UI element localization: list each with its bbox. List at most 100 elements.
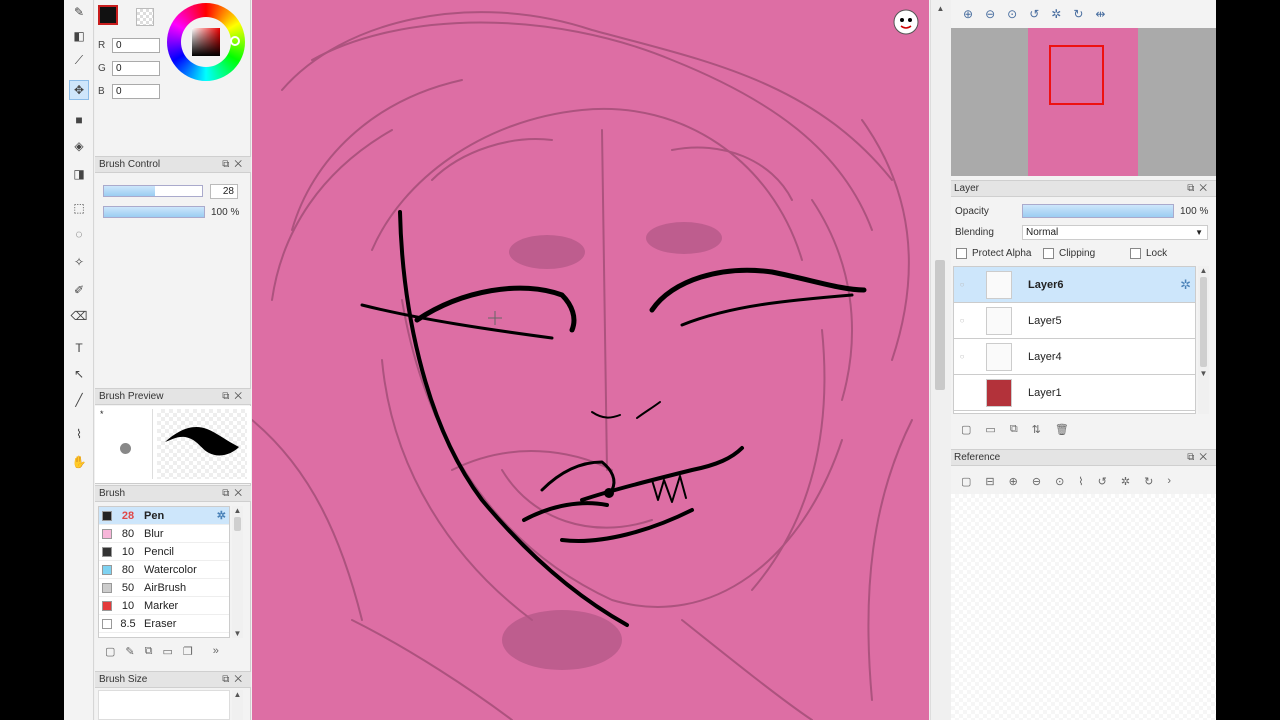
merge-layer-icon[interactable]: ⇅ xyxy=(1032,423,1041,436)
saturation-value-square[interactable] xyxy=(192,28,220,56)
select-eraser-tool-icon[interactable]: ⌫ xyxy=(69,306,89,326)
layer-item-layer4[interactable]: ○ Layer4 xyxy=(954,339,1195,375)
copy-brush-icon[interactable]: ⧉ xyxy=(145,645,153,658)
rotate-left-icon[interactable]: ↺ xyxy=(1029,7,1039,21)
gradient-tool-icon[interactable]: ◨ xyxy=(69,164,89,184)
zoom-reset-icon[interactable]: ⊙ xyxy=(1055,475,1064,488)
eyedropper-icon[interactable]: ⌇ xyxy=(1078,475,1083,488)
scroll-thumb[interactable] xyxy=(1200,277,1207,367)
trash-icon[interactable]: ⊟ xyxy=(985,475,994,488)
hand-tool-icon[interactable]: ✋ xyxy=(69,452,89,472)
protect-alpha-checkbox[interactable]: Protect Alpha xyxy=(956,248,1031,259)
trash-icon[interactable]: 🗑 xyxy=(1055,423,1069,436)
layer-item-layer6[interactable]: ○ Layer6 ✲ xyxy=(954,267,1195,303)
brush-item-pencil[interactable]: 10 Pencil xyxy=(99,543,229,561)
scroll-thumb[interactable] xyxy=(234,517,241,531)
rotate-reset-icon[interactable]: ✲ xyxy=(1121,475,1130,488)
rotate-right-icon[interactable]: ↻ xyxy=(1073,7,1083,21)
blue-input[interactable]: 0 xyxy=(112,84,160,99)
new-folder-icon[interactable]: ▭ xyxy=(985,423,995,436)
panel-buttons[interactable]: ⧉✕ xyxy=(222,157,247,172)
zoom-in-icon[interactable]: ⊕ xyxy=(963,7,973,21)
visibility-icon[interactable]: ○ xyxy=(954,352,970,361)
navigator-panel[interactable] xyxy=(951,28,1216,176)
operation-tool-icon[interactable]: ↖ xyxy=(69,364,89,384)
clipping-checkbox[interactable]: Clipping xyxy=(1043,248,1095,259)
scroll-up-icon[interactable]: ▲ xyxy=(1198,266,1209,275)
lock-checkbox[interactable]: Lock xyxy=(1130,248,1167,259)
scroll-down-icon[interactable]: ▼ xyxy=(1198,369,1209,378)
layer-item-layer1[interactable]: Layer1 xyxy=(954,375,1195,411)
pen-tool-icon[interactable]: ✎ xyxy=(69,2,89,22)
zoom-reset-icon[interactable]: ⊙ xyxy=(1007,7,1017,21)
scroll-thumb[interactable] xyxy=(935,260,945,390)
zoom-out-icon[interactable]: ⊖ xyxy=(1032,475,1041,488)
hue-picker-handle[interactable] xyxy=(230,36,240,46)
panel-buttons[interactable]: ⧉✕ xyxy=(222,389,247,404)
brush-item-pen[interactable]: 28 Pen ✲ xyxy=(99,507,229,525)
gear-icon[interactable]: ✲ xyxy=(217,509,226,522)
transparent-color-swatch[interactable] xyxy=(136,8,154,26)
gear-icon[interactable]: ✲ xyxy=(1180,277,1191,293)
color-wheel[interactable] xyxy=(167,3,245,81)
layer-item-layer5[interactable]: ○ Layer5 xyxy=(954,303,1195,339)
brush-item-eraser[interactable]: 8.5 Eraser xyxy=(99,615,229,633)
line-tool-icon[interactable]: ⟋ xyxy=(69,50,89,70)
green-input[interactable]: 0 xyxy=(112,61,160,76)
open-file-icon[interactable]: ▢ xyxy=(961,475,971,488)
divide-tool-icon[interactable]: ╱ xyxy=(69,390,89,410)
eraser-tool-icon[interactable]: ◧ xyxy=(69,26,89,46)
more-icon[interactable]: › xyxy=(1167,475,1171,488)
checkbox-box[interactable] xyxy=(1130,248,1141,259)
scroll-up-icon[interactable]: ▲ xyxy=(931,4,950,13)
visibility-icon[interactable]: ○ xyxy=(954,280,970,289)
scroll-down-icon[interactable]: ▼ xyxy=(232,629,243,638)
select-rect-tool-icon[interactable]: ⬚ xyxy=(69,198,89,218)
lasso-tool-icon[interactable]: ◌ xyxy=(69,224,89,244)
layer-opacity-slider[interactable] xyxy=(1022,204,1174,218)
flip-icon[interactable]: ⇹ xyxy=(1095,7,1105,21)
foreground-color-swatch[interactable] xyxy=(98,5,118,25)
drawing-canvas[interactable] xyxy=(252,0,929,720)
zoom-in-icon[interactable]: ⊕ xyxy=(1009,475,1018,488)
more-icon[interactable]: » xyxy=(213,645,219,658)
brush-size-input[interactable]: 28 xyxy=(210,184,238,199)
duplicate-layer-icon[interactable]: ⧉ xyxy=(1010,423,1018,436)
text-tool-icon[interactable]: T xyxy=(69,338,89,358)
brush-item-watercolor[interactable]: 80 Watercolor xyxy=(99,561,229,579)
brush-item-blur[interactable]: 80 Blur xyxy=(99,525,229,543)
folder-icon[interactable]: ▭ xyxy=(162,645,172,658)
brush-item-marker[interactable]: 10 Marker xyxy=(99,597,229,615)
new-brush-icon[interactable]: ▢ xyxy=(105,645,115,658)
brush-size-scrollbar[interactable]: ▲ xyxy=(232,690,243,720)
scroll-up-icon[interactable]: ▲ xyxy=(232,690,243,699)
rotate-left-icon[interactable]: ↺ xyxy=(1098,475,1107,488)
brush-size-slider[interactable] xyxy=(103,185,203,197)
panel-buttons[interactable]: ⧉✕ xyxy=(1187,450,1212,465)
brush-opacity-slider[interactable] xyxy=(103,206,205,218)
zoom-out-icon[interactable]: ⊖ xyxy=(985,7,995,21)
checkbox-box[interactable] xyxy=(1043,248,1054,259)
checkbox-box[interactable] xyxy=(956,248,967,259)
brush-list-scrollbar[interactable]: ▲ ▼ xyxy=(232,506,243,638)
fill-rect-tool-icon[interactable]: ■ xyxy=(69,110,89,130)
edit-brush-icon[interactable]: ✎ xyxy=(125,645,134,658)
eyedropper-tool-icon[interactable]: ⌇ xyxy=(69,424,89,444)
rotate-reset-icon[interactable]: ✲ xyxy=(1051,7,1061,21)
magic-wand-tool-icon[interactable]: ✧ xyxy=(69,252,89,272)
reference-image-area[interactable] xyxy=(951,494,1216,720)
panel-buttons[interactable]: ⧉✕ xyxy=(1187,181,1212,196)
bucket-tool-icon[interactable]: ◈ xyxy=(69,136,89,156)
panel-buttons[interactable]: ⧉✕ xyxy=(222,672,247,687)
canvas-vertical-scrollbar[interactable]: ▲ xyxy=(930,0,950,720)
blending-select[interactable]: Normal ▼ xyxy=(1022,225,1208,240)
red-input[interactable]: 0 xyxy=(112,38,160,53)
scroll-up-icon[interactable]: ▲ xyxy=(232,506,243,515)
duplicate-icon[interactable]: ❐ xyxy=(183,645,193,658)
panel-buttons[interactable]: ⧉✕ xyxy=(222,486,247,501)
move-tool-icon[interactable]: ✥ xyxy=(69,80,89,100)
visibility-icon[interactable]: ○ xyxy=(954,316,970,325)
rotate-right-icon[interactable]: ↻ xyxy=(1144,475,1153,488)
new-layer-icon[interactable]: ▢ xyxy=(961,423,971,436)
navigator-viewport-rect[interactable] xyxy=(1049,45,1104,105)
